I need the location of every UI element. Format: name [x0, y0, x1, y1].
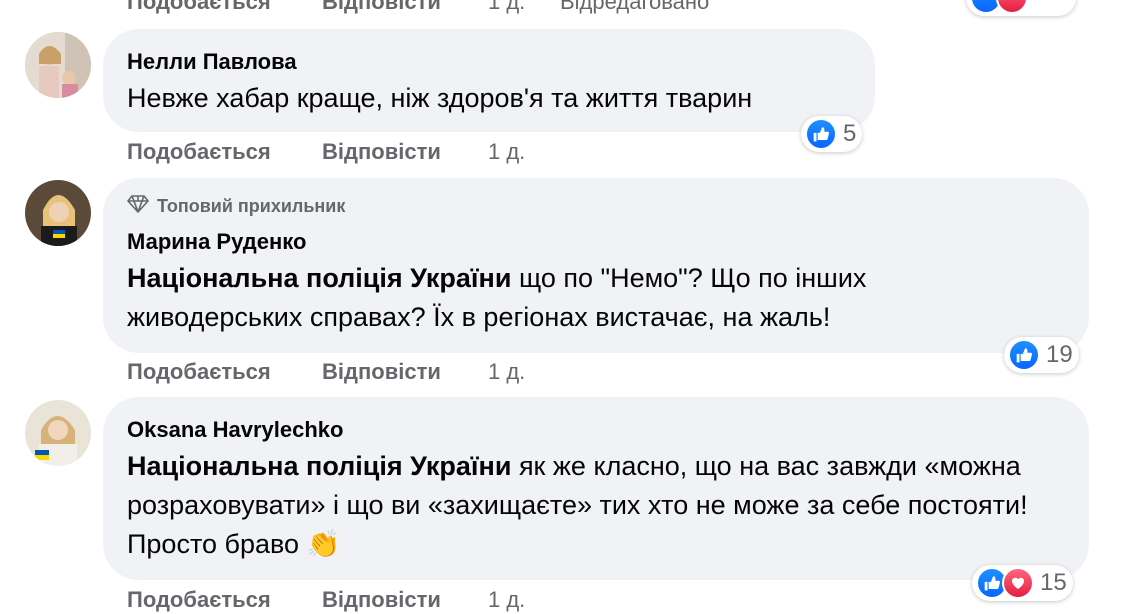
clapping-hands-icon: 👏 [306, 529, 341, 559]
edited-label: Відредаговано [560, 0, 710, 14]
comment-author[interactable]: Нелли Павлова [127, 49, 297, 75]
comment-text: Невже хабар краще, ніж здоров'я та життя… [127, 83, 753, 113]
reply-action[interactable]: Відповісти [322, 587, 441, 613]
diamond-icon [127, 195, 149, 218]
comment-time[interactable]: 1 д. [488, 359, 525, 385]
badge-label: Топовий прихильник [157, 196, 346, 216]
avatar[interactable] [25, 180, 91, 246]
reactions-summary-top[interactable] [966, 0, 1076, 16]
reactions-summary[interactable]: 5 [801, 116, 863, 152]
comment-text: Національна поліція України як же класно… [127, 447, 1047, 564]
top-fan-badge[interactable]: Топовий прихильник [127, 195, 345, 218]
reactions-summary[interactable]: 15 [972, 565, 1073, 601]
comment-author[interactable]: Oksana Havrylechko [127, 417, 343, 443]
like-action[interactable]: Подобається [127, 587, 271, 613]
avatar[interactable] [25, 400, 91, 466]
reactions-summary[interactable]: 19 [1004, 337, 1079, 373]
mention-link[interactable]: Національна поліція України [127, 451, 511, 481]
comment-author[interactable]: Марина Руденко [127, 229, 306, 255]
reaction-count: 15 [1040, 569, 1067, 596]
reply-action[interactable]: Відповісти [322, 359, 441, 385]
love-icon [1002, 567, 1034, 599]
avatar-image [25, 32, 91, 98]
like-action[interactable]: Подобається [127, 0, 271, 15]
reply-action[interactable]: Відповісти [322, 0, 441, 15]
reaction-count: 19 [1046, 341, 1073, 368]
avatar[interactable] [25, 32, 91, 98]
like-action[interactable]: Подобається [127, 359, 271, 385]
comment-time[interactable]: 1 д. [488, 139, 525, 165]
comment-text: Національна поліція України що по "Немо"… [127, 259, 1027, 337]
love-icon [996, 0, 1028, 14]
reaction-count: 5 [843, 120, 857, 147]
like-action[interactable]: Подобається [127, 139, 271, 165]
reply-action[interactable]: Відповісти [322, 139, 441, 165]
avatar-image [25, 180, 91, 246]
avatar-image [25, 400, 91, 466]
mention-link[interactable]: Національна поліція України [127, 263, 511, 293]
comment-actions: Подобається Відповісти 1 д. [127, 587, 627, 613]
comment-actions: Подобається Відповісти 1 д. [127, 359, 627, 385]
like-icon [1008, 339, 1040, 371]
comment-actions-top: Подобається Відповісти 1 д. Відредагован… [127, 0, 827, 15]
comment-time[interactable]: 1 д. [488, 587, 525, 613]
like-icon [805, 118, 837, 150]
comment-actions: Подобається Відповісти 1 д. [127, 139, 627, 165]
comment-time[interactable]: 1 д. [488, 0, 525, 15]
